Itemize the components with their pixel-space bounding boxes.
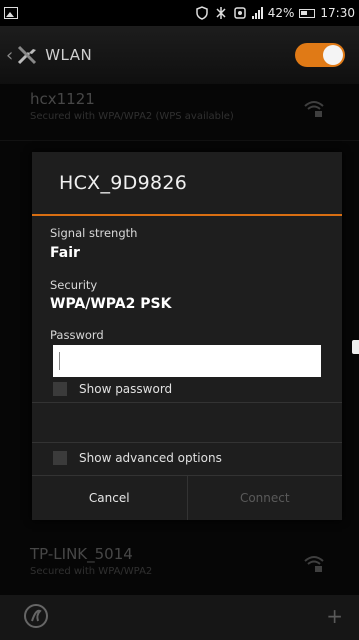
add-network-icon[interactable]: + xyxy=(326,604,343,628)
status-bar: 42% 17:30 xyxy=(0,0,359,26)
wifi-connect-dialog: HCX_9D9826 Signal strength Fair Security… xyxy=(32,152,342,520)
wlan-toggle[interactable] xyxy=(295,43,345,67)
bottom-action-bar: + xyxy=(0,595,359,640)
app-bar: ‹ WLAN xyxy=(0,26,359,84)
screenshot-icon xyxy=(4,7,18,19)
show-password-label: Show password xyxy=(79,382,173,396)
security-label: Security xyxy=(50,278,98,292)
show-advanced-checkbox[interactable] xyxy=(53,451,67,465)
page-title: WLAN xyxy=(45,46,93,64)
tools-icon[interactable] xyxy=(15,43,39,67)
dialog-separator xyxy=(32,442,342,443)
show-advanced-label: Show advanced options xyxy=(79,451,222,465)
battery-icon xyxy=(299,8,316,18)
show-advanced-row[interactable]: Show advanced options xyxy=(53,451,222,465)
dialog-button-bar: Cancel Connect xyxy=(32,475,342,520)
password-input[interactable] xyxy=(53,345,321,377)
status-left xyxy=(4,7,18,19)
signal-strength-value: Fair xyxy=(50,245,80,261)
show-password-row[interactable]: Show password xyxy=(53,382,172,396)
shield-icon xyxy=(195,6,208,20)
cancel-button[interactable]: Cancel xyxy=(32,475,187,520)
connect-button[interactable]: Connect xyxy=(188,475,343,520)
status-right: 42% 17:30 xyxy=(195,6,355,20)
alarm-icon xyxy=(233,7,246,19)
show-password-checkbox[interactable] xyxy=(53,382,67,396)
signal-strength-label: Signal strength xyxy=(50,226,138,240)
bluetooth-off-icon xyxy=(216,7,226,19)
dialog-title: HCX_9D9826 xyxy=(59,172,188,194)
wps-icon[interactable] xyxy=(23,603,49,629)
text-cursor xyxy=(59,352,60,370)
dialog-title-divider xyxy=(32,214,342,216)
signal-icon xyxy=(251,7,263,19)
clock: 17:30 xyxy=(320,6,355,20)
password-label: Password xyxy=(50,328,104,342)
dialog-separator xyxy=(32,402,342,403)
edge-handle xyxy=(352,340,359,354)
security-value: WPA/WPA2 PSK xyxy=(50,296,172,312)
back-chevron-icon[interactable]: ‹ xyxy=(6,45,13,66)
battery-percent: 42% xyxy=(267,6,295,20)
